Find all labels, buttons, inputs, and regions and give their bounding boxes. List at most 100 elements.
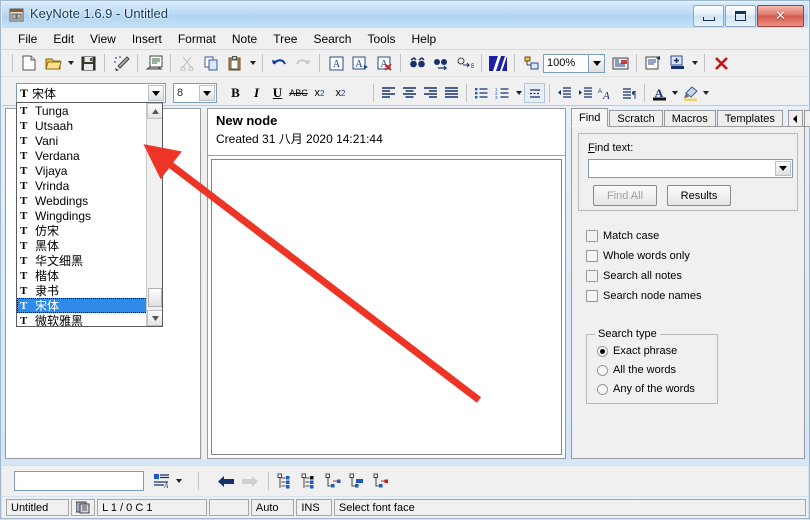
italic-button[interactable]: I xyxy=(246,83,267,103)
checkbox-whole-words-only[interactable]: Whole words only xyxy=(586,250,690,262)
add-sibling-node-icon[interactable] xyxy=(274,471,296,492)
paste-dropdown[interactable] xyxy=(247,53,258,74)
highlight-icon[interactable] xyxy=(487,53,509,74)
add-child-node-icon[interactable] xyxy=(298,471,320,492)
menu-item-note[interactable]: Note xyxy=(224,29,265,49)
status-file-icon[interactable] xyxy=(71,499,96,516)
menu-item-tree[interactable]: Tree xyxy=(265,29,305,49)
tab-find[interactable]: Find xyxy=(571,108,609,127)
font-dropdown-item[interactable]: T 宋体 xyxy=(17,298,162,313)
zoom-icon[interactable] xyxy=(520,53,542,74)
move-node-right-icon[interactable] xyxy=(322,471,344,492)
menu-item-help[interactable]: Help xyxy=(404,29,445,49)
replace-icon[interactable]: B xyxy=(454,53,476,74)
menu-item-edit[interactable]: Edit xyxy=(45,29,82,49)
save-file-icon[interactable] xyxy=(77,53,99,74)
zoom-level-input[interactable]: 100% xyxy=(543,53,589,73)
radio-exact-phrase[interactable]: Exact phrase xyxy=(597,345,677,357)
font-color-button[interactable]: A xyxy=(649,83,669,103)
font-dropdown-item[interactable]: T 楷体 xyxy=(17,268,162,283)
numbered-list-button[interactable]: 123 xyxy=(492,83,513,103)
zoom-level-dropdown[interactable] xyxy=(589,53,605,73)
font-dropdown-list[interactable]: T Tunga T Utsaah T Vani T Verdana T Vijaya T Vrinda… xyxy=(16,102,163,327)
tab-templates[interactable]: Templates xyxy=(716,110,783,127)
open-file-dropdown[interactable] xyxy=(65,53,76,74)
font-dropdown-item[interactable]: T Vijaya xyxy=(17,163,162,178)
font-dropdown-item[interactable]: T 微软雅黑 xyxy=(17,313,162,326)
find-next-icon[interactable] xyxy=(430,53,452,74)
insert-card-icon[interactable] xyxy=(609,53,631,74)
paste-icon[interactable] xyxy=(224,53,246,74)
font-dropdown-item[interactable]: T Webdings xyxy=(17,193,162,208)
delete-node-icon[interactable] xyxy=(370,471,392,492)
results-button[interactable]: Results xyxy=(667,185,731,206)
tab-macros[interactable]: Macros xyxy=(663,110,716,127)
font-dropdown-item[interactable]: T Vrinda xyxy=(17,178,162,193)
font-size-combobox[interactable]: 8 xyxy=(173,83,217,103)
underline-button[interactable]: U xyxy=(267,83,288,103)
open-file-icon[interactable] xyxy=(42,53,64,74)
font-dropdown-scrollbar[interactable] xyxy=(146,103,162,326)
tab-scratch[interactable]: Scratch xyxy=(609,110,663,127)
scrollbar-thumb[interactable] xyxy=(148,288,162,307)
find-icon[interactable] xyxy=(406,53,428,74)
subscript-button[interactable]: x2 xyxy=(330,83,351,103)
decrease-indent-button[interactable] xyxy=(554,83,575,103)
align-center-button[interactable] xyxy=(399,83,420,103)
highlight-color-button[interactable] xyxy=(680,83,700,103)
align-right-button[interactable] xyxy=(420,83,441,103)
note-editor[interactable] xyxy=(211,159,562,455)
highlight-color-dropdown[interactable] xyxy=(700,83,711,104)
copy-icon[interactable] xyxy=(200,53,222,74)
note-properties-icon[interactable] xyxy=(143,53,165,74)
font-dropdown-item[interactable]: T 隶书 xyxy=(17,283,162,298)
align-left-button[interactable] xyxy=(378,83,399,103)
font-dropdown-item[interactable]: T Verdana xyxy=(17,148,162,163)
checkbox-search-node-names[interactable]: Search node names xyxy=(586,290,701,302)
radio-all-the-words[interactable]: All the words xyxy=(597,364,676,376)
minimize-button[interactable] xyxy=(693,5,724,27)
font-color-dropdown[interactable] xyxy=(669,83,680,104)
menu-item-view[interactable]: View xyxy=(82,29,124,49)
find-text-dropdown-arrow[interactable] xyxy=(775,161,791,176)
font-dropdown-item[interactable]: T Wingdings xyxy=(17,208,162,223)
scroll-up-icon[interactable] xyxy=(147,103,162,119)
nav-forward-icon[interactable] xyxy=(239,471,261,492)
paragraph-dialog-button[interactable]: ¶ xyxy=(619,83,640,103)
sort-nodes-icon[interactable]: A xyxy=(150,471,172,492)
superscript-button[interactable]: x2 xyxy=(309,83,330,103)
font-dropdown-item[interactable]: T Utsaah xyxy=(17,118,162,133)
font-increase-icon[interactable]: A xyxy=(325,53,347,74)
font-dropdown-item[interactable]: T Vani xyxy=(17,133,162,148)
font-size-dropdown-arrow[interactable] xyxy=(199,85,215,101)
increase-indent-button[interactable] xyxy=(575,83,596,103)
undo-icon[interactable] xyxy=(268,53,290,74)
delete-icon[interactable] xyxy=(710,53,732,74)
font-clear-icon[interactable]: A xyxy=(373,53,395,74)
new-file-icon[interactable] xyxy=(18,53,40,74)
cut-icon[interactable] xyxy=(176,53,198,74)
close-button[interactable]: ✕ xyxy=(757,5,804,27)
menu-item-search[interactable]: Search xyxy=(305,29,359,49)
line-spacing-button[interactable] xyxy=(524,83,545,103)
menu-item-format[interactable]: Format xyxy=(170,29,224,49)
find-all-button[interactable]: Find All xyxy=(593,185,657,206)
list-dropdown-button[interactable] xyxy=(513,83,524,104)
menu-item-file[interactable]: File xyxy=(10,29,45,49)
font-dropdown-item[interactable]: T 华文细黑 xyxy=(17,253,162,268)
nav-back-icon[interactable] xyxy=(215,471,237,492)
font-name-dropdown-arrow[interactable] xyxy=(148,85,164,101)
font-dialog-button[interactable]: AA xyxy=(596,83,619,103)
redo-icon[interactable] xyxy=(292,53,314,74)
font-name-combobox[interactable]: T 宋体 xyxy=(16,83,166,103)
note-info-icon[interactable] xyxy=(642,53,664,74)
font-apply-icon[interactable]: A xyxy=(349,53,371,74)
scroll-down-icon[interactable] xyxy=(147,310,162,326)
insert-node-dropdown[interactable] xyxy=(689,53,700,74)
node-name-combobox[interactable] xyxy=(14,471,144,491)
font-dropdown-item[interactable]: T Tunga xyxy=(17,103,162,118)
sort-nodes-dropdown[interactable] xyxy=(173,471,184,492)
radio-any-of-the-words[interactable]: Any of the words xyxy=(597,383,695,395)
font-dropdown-item[interactable]: T 仿宋 xyxy=(17,223,162,238)
tab-scroll-left-icon[interactable] xyxy=(787,110,803,127)
